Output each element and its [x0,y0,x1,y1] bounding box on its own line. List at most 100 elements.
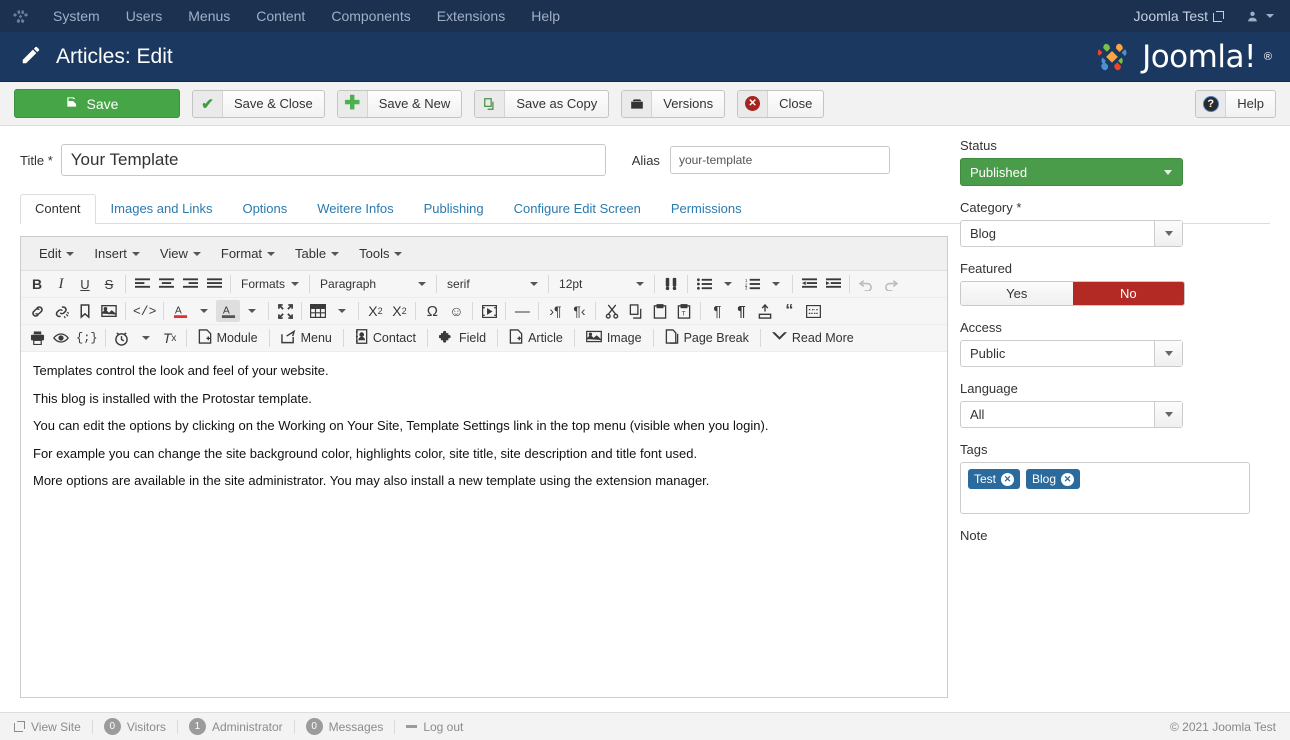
logout-link[interactable]: Log out [395,720,474,734]
paragraph-style-dropdown[interactable]: Paragraph [314,273,432,295]
text-color-icon[interactable]: A [168,300,192,322]
strikethrough-button[interactable]: S [97,273,121,295]
insert-media-icon[interactable] [477,300,501,322]
nonbreaking-icon[interactable] [801,300,825,322]
tab-options[interactable]: Options [227,194,302,223]
site-name-link[interactable]: Joomla Test [1134,8,1246,24]
tab-permissions[interactable]: Permissions [656,194,757,223]
paragraph-marks-icon[interactable]: ¶ [729,300,753,322]
unlink-icon[interactable] [49,300,73,322]
featured-yes-option[interactable]: Yes [961,282,1073,305]
featured-no-option[interactable]: No [1073,282,1185,305]
font-family-dropdown[interactable]: serif [441,273,544,295]
bullet-list-dropdown[interactable] [716,273,740,295]
text-color-dropdown[interactable] [192,300,216,322]
help-button[interactable]: ? Help [1195,90,1276,118]
source-code-icon[interactable]: </> [130,300,159,322]
redo-button[interactable] [878,273,902,295]
numbered-list-dropdown[interactable] [764,273,788,295]
top-menu-item-help[interactable]: Help [518,0,573,32]
insert-page-break-button[interactable]: Page Break [658,327,756,349]
tab-images-and-links[interactable]: Images and Links [96,194,228,223]
formats-dropdown[interactable]: Formats [235,273,305,295]
background-color-dropdown[interactable] [240,300,264,322]
tag-chip[interactable]: Blog ✕ [1026,469,1080,489]
top-menu-item-system[interactable]: System [40,0,113,32]
insert-table-dropdown[interactable] [330,300,354,322]
insert-date-time-dropdown[interactable] [134,327,158,349]
subscript-icon[interactable]: X2 [363,300,387,322]
save-and-close-button[interactable]: ✔ Save & Close [192,90,325,118]
top-menu-item-users[interactable]: Users [113,0,176,32]
alias-input[interactable] [670,146,890,174]
fullscreen-icon[interactable] [273,300,297,322]
insert-article-button[interactable]: Article [502,327,570,349]
template-manager-icon[interactable] [753,300,777,322]
insert-menu-button[interactable]: Menu [274,327,339,349]
remove-tag-icon[interactable]: ✕ [1061,473,1074,486]
editor-menu-format[interactable]: Format [211,242,285,265]
link-icon[interactable] [25,300,49,322]
background-color-icon[interactable]: A [216,300,240,322]
tab-publishing[interactable]: Publishing [409,194,499,223]
numbered-list-button[interactable]: 123 [740,273,764,295]
special-character-icon[interactable]: Ω [420,300,444,322]
insert-contact-button[interactable]: Contact [348,327,423,349]
code-sample-icon[interactable]: {;} [73,327,101,349]
tags-input[interactable]: Test ✕ Blog ✕ [960,462,1250,514]
tag-chip[interactable]: Test ✕ [968,469,1020,489]
cut-icon[interactable] [600,300,624,322]
insert-date-time-icon[interactable] [110,327,134,349]
preview-eye-icon[interactable] [49,327,73,349]
insert-field-button[interactable]: Field [432,327,493,349]
top-menu-item-content[interactable]: Content [243,0,318,32]
bookmark-anchor-icon[interactable] [73,300,97,322]
print-icon[interactable] [25,327,49,349]
access-select[interactable]: Public [960,340,1183,367]
ltr-direction-icon[interactable]: ›¶ [543,300,567,322]
outdent-button[interactable] [797,273,821,295]
editor-menu-table[interactable]: Table [285,242,349,265]
clear-formatting-icon[interactable]: Tx [158,327,182,349]
remove-tag-icon[interactable]: ✕ [1001,473,1014,486]
editor-content-area[interactable]: Templates control the look and feel of y… [21,352,947,510]
editor-menu-insert[interactable]: Insert [84,242,150,265]
tab-configure-edit-screen[interactable]: Configure Edit Screen [499,194,656,223]
align-center-button[interactable] [154,273,178,295]
indent-button[interactable] [821,273,845,295]
tab-content[interactable]: Content [20,194,96,224]
close-button[interactable]: ✕ Close [737,90,824,118]
bold-button[interactable]: B [25,273,49,295]
rtl-direction-icon[interactable]: ¶‹ [567,300,591,322]
save-button[interactable]: Save [14,89,180,118]
emoticon-icon[interactable]: ☺ [444,300,468,322]
blockquote-icon[interactable]: “ [777,300,801,322]
title-input[interactable] [61,144,606,176]
search-replace-icon[interactable] [659,273,683,295]
font-size-dropdown[interactable]: 12pt [553,273,650,295]
administrator-status[interactable]: 1 Administrator [178,718,294,735]
messages-status[interactable]: 0 Messages [295,718,395,735]
insert-read-more-button[interactable]: Read More [765,327,861,349]
save-and-new-button[interactable]: ✚ Save & New [337,90,463,118]
bullet-list-button[interactable] [692,273,716,295]
user-menu-button[interactable] [1246,10,1290,23]
insert-module-button[interactable]: Module [191,327,265,349]
editor-menu-view[interactable]: View [150,242,211,265]
top-menu-item-components[interactable]: Components [318,0,423,32]
paste-as-text-icon[interactable]: T [672,300,696,322]
category-select[interactable]: Blog [960,220,1183,247]
superscript-icon[interactable]: X2 [387,300,411,322]
horizontal-rule-icon[interactable]: — [510,300,534,322]
save-as-copy-button[interactable]: Save as Copy [474,90,609,118]
top-menu-item-extensions[interactable]: Extensions [424,0,518,32]
italic-button[interactable]: I [49,273,73,295]
copy-icon[interactable] [624,300,648,322]
language-select[interactable]: All [960,401,1183,428]
align-justify-button[interactable] [202,273,226,295]
view-site-link[interactable]: View Site [14,720,92,734]
insert-image-button[interactable]: Image [579,327,649,349]
insert-table-icon[interactable] [306,300,330,322]
insert-image-icon[interactable] [97,300,121,322]
underline-button[interactable]: U [73,273,97,295]
